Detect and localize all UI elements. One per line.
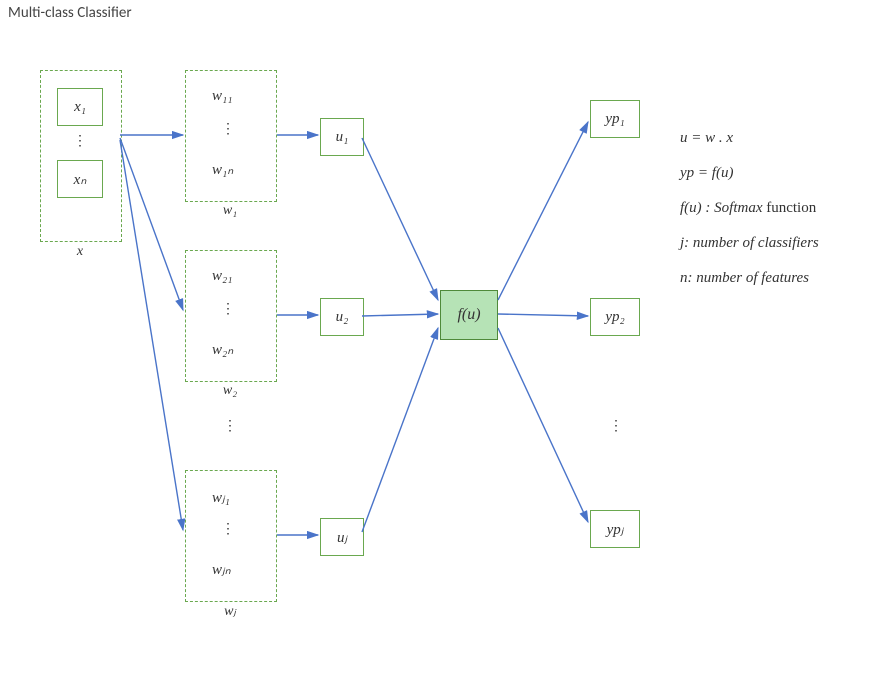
w1-vdots: ⋮ <box>220 128 236 132</box>
yp1-box: yp₁ <box>590 100 640 138</box>
uj-box: uⱼ <box>320 518 364 556</box>
wj1: wⱼ₁ <box>212 488 230 507</box>
eq-u: u = w . x <box>680 130 880 147</box>
w2-label: w₂ <box>185 383 275 399</box>
ypj-box: ypⱼ <box>590 510 640 548</box>
wj-vdots: ⋮ <box>220 528 236 532</box>
wj-label: wⱼ <box>185 603 275 620</box>
w11: w₁₁ <box>212 88 232 105</box>
input-label: x <box>40 244 120 260</box>
w1-label: w₁ <box>185 203 275 219</box>
legend: u = w . x yp = f(u) f(u) : Softmax funct… <box>680 130 880 305</box>
eq-fu: f(u) : Softmax function <box>680 200 880 217</box>
weight-vdots: ⋮ <box>222 425 238 429</box>
u1-box: u₁ <box>320 118 364 156</box>
diagram-title: Multi-class Classifier <box>8 4 132 22</box>
input-xn: xₙ <box>57 160 103 198</box>
w21: w₂₁ <box>212 268 232 285</box>
input-x1: x₁ <box>57 88 103 126</box>
w2-vdots: ⋮ <box>220 308 236 312</box>
eq-yp: yp = f(u) <box>680 165 880 182</box>
activation-box: f(u) <box>440 290 498 340</box>
eq-j: j: number of classifiers <box>680 235 880 252</box>
eq-n: n: number of features <box>680 270 880 287</box>
input-vdots: ⋮ <box>72 140 88 144</box>
wjn: wⱼₙ <box>212 560 231 579</box>
u2-box: u₂ <box>320 298 364 336</box>
w1n: w₁ₙ <box>212 160 233 179</box>
yp2-box: yp₂ <box>590 298 640 336</box>
diagram-canvas: Multi-class Classifier x₁ ⋮ xₙ x w₁₁ ⋮ w… <box>0 0 891 675</box>
output-vdots: ⋮ <box>608 425 624 429</box>
w2n: w₂ₙ <box>212 340 233 359</box>
